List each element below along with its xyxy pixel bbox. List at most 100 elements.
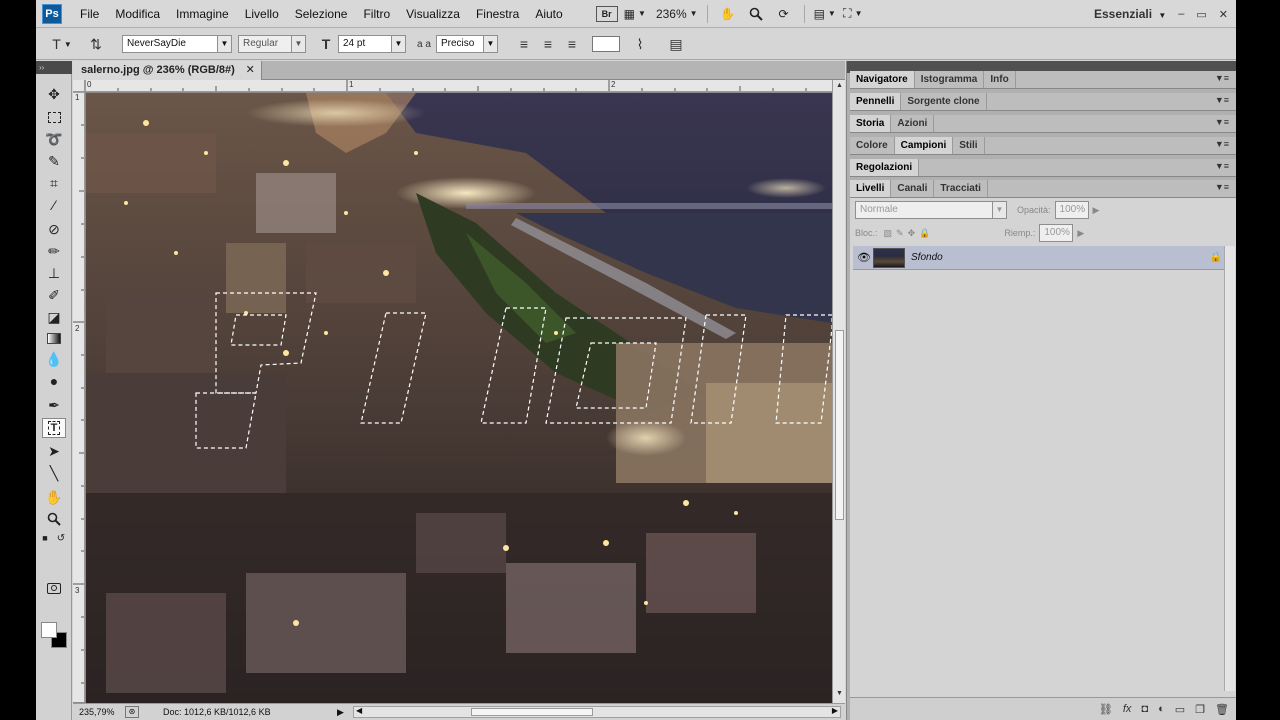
path-selection-tool-icon[interactable]: ➤ (42, 441, 66, 461)
panel-menu-icon[interactable]: ▼≡ (1215, 95, 1229, 105)
menu-modifica[interactable]: Modifica (107, 0, 168, 28)
pen-tool-icon[interactable]: ✒ (42, 395, 66, 415)
crop-tool-icon[interactable]: ⌗ (42, 173, 66, 193)
tab-tracciati[interactable]: Tracciati (934, 180, 988, 197)
add-mask-icon[interactable]: ◘ (1141, 703, 1148, 715)
lock-transparent-icon[interactable]: ▧ (884, 228, 893, 239)
quick-selection-tool-icon[interactable]: ✎ (42, 151, 66, 171)
tab-sorgente-clone[interactable]: Sorgente clone (901, 93, 987, 110)
ruler-origin[interactable] (73, 80, 85, 92)
tab-navigatore[interactable]: Navigatore (850, 71, 915, 88)
panel-menu-icon[interactable]: ▼≡ (1215, 139, 1229, 149)
menu-file[interactable]: File (72, 0, 107, 28)
menu-visualizza[interactable]: Visualizza (398, 0, 468, 28)
scroll-down-icon[interactable]: ▼ (834, 690, 845, 701)
view-extras-icon[interactable]: ▦ ▼ (624, 4, 646, 24)
scroll-left-icon[interactable]: ◀ (356, 706, 362, 715)
scroll-right-icon[interactable]: ▶ (832, 706, 838, 715)
quick-mask-icon[interactable] (42, 578, 66, 598)
gradient-tool-icon[interactable] (42, 328, 66, 348)
screen-mode-icon[interactable]: ⛶ ▼ (842, 4, 864, 24)
tools-panel-header[interactable]: ›› (36, 61, 72, 74)
panel-menu-icon[interactable]: ▼≡ (1215, 117, 1229, 127)
new-group-icon[interactable]: ▭ (1175, 703, 1185, 716)
tab-livelli[interactable]: Livelli (850, 180, 892, 197)
horizontal-scroll-thumb[interactable] (471, 708, 593, 716)
vertical-ruler[interactable]: 1 2 3 (73, 92, 85, 702)
lock-position-icon[interactable]: ✥ (908, 228, 916, 239)
dodge-tool-icon[interactable]: ● (42, 371, 66, 391)
fill-field[interactable]: 100% (1039, 224, 1074, 242)
text-color-swatch[interactable] (592, 36, 620, 52)
eyedropper-tool-icon[interactable]: ⁄ (42, 195, 66, 215)
tab-campioni[interactable]: Campioni (894, 137, 954, 154)
horizontal-scrollbar[interactable]: ◀ ▶ (353, 706, 841, 718)
tab-istogramma[interactable]: Istogramma (915, 71, 985, 88)
zoom-icon[interactable] (745, 4, 767, 24)
tab-pennelli[interactable]: Pennelli (850, 93, 902, 110)
opacity-slider-icon[interactable]: ▶ (1093, 205, 1100, 216)
swap-colors-icon[interactable]: ↺ (54, 532, 68, 544)
lock-all-icon[interactable]: 🔒 (919, 228, 930, 239)
tab-info[interactable]: Info (984, 71, 1016, 88)
font-size-select[interactable]: 24 pt ▼ (338, 35, 406, 53)
default-colors-icon[interactable]: ■ (38, 532, 52, 544)
scroll-up-icon[interactable]: ▲ (834, 82, 845, 93)
link-layers-icon[interactable]: ⛓ (1099, 703, 1113, 716)
zoom-tool-icon[interactable] (42, 509, 66, 529)
tab-storia[interactable]: Storia (850, 115, 892, 132)
align-left-icon[interactable]: ≡ (512, 33, 536, 55)
status-zoom[interactable]: 235,79% (79, 707, 123, 717)
opacity-field[interactable]: 100% (1054, 201, 1089, 219)
status-menu-icon[interactable]: ▶ (337, 707, 344, 718)
blend-mode-select[interactable]: Normale ▼ (855, 201, 1007, 219)
panel-menu-icon[interactable]: ▼≡ (1215, 182, 1229, 192)
menu-aiuto[interactable]: Aiuto (527, 0, 570, 28)
text-orientation-icon[interactable]: ⇅ (84, 33, 108, 55)
status-options-icon[interactable]: ⊛ (125, 706, 139, 718)
close-button[interactable]: ✕ (1219, 8, 1228, 21)
vertical-scroll-thumb[interactable] (835, 330, 844, 520)
tab-canali[interactable]: Canali (891, 180, 935, 197)
font-style-select[interactable]: Regular ▼ (238, 35, 306, 53)
marquee-tool-icon[interactable] (42, 107, 66, 127)
tab-regolazioni[interactable]: Regolazioni (850, 159, 920, 176)
visibility-eye-icon[interactable]: 👁 (857, 251, 871, 264)
photoshop-logo[interactable]: Ps (42, 3, 62, 24)
move-tool-icon[interactable]: ✥ (42, 84, 66, 104)
clone-stamp-tool-icon[interactable]: ⊥ (42, 263, 66, 283)
brush-tool-icon[interactable]: ✏ (42, 241, 66, 261)
rotate-view-icon[interactable]: ⟳ (773, 4, 795, 24)
eraser-tool-icon[interactable]: ◪ (42, 307, 66, 327)
zoom-level-dropdown[interactable]: 236% ▼ (652, 4, 698, 24)
hand-icon[interactable]: ✋ (717, 4, 739, 24)
workspace-switcher[interactable]: Essenziali ▼ (1094, 0, 1166, 28)
panel-menu-icon[interactable]: ▼≡ (1215, 73, 1229, 83)
bridge-icon[interactable]: Br (595, 5, 618, 22)
image-canvas[interactable] (86, 93, 832, 704)
tab-colore[interactable]: Colore (850, 137, 895, 154)
tab-stili[interactable]: Stili (953, 137, 985, 154)
warp-text-icon[interactable]: ⌇ (628, 33, 652, 55)
menu-selezione[interactable]: Selezione (287, 0, 356, 28)
delete-layer-icon[interactable]: 🗑 (1215, 703, 1229, 716)
panel-menu-icon[interactable]: ▼≡ (1215, 161, 1229, 171)
align-right-icon[interactable]: ≡ (560, 33, 584, 55)
horizontal-ruler[interactable]: 0 1 2 (85, 80, 832, 92)
menu-finestra[interactable]: Finestra (468, 0, 527, 28)
align-center-icon[interactable]: ≡ (536, 33, 560, 55)
fill-slider-icon[interactable]: ▶ (1077, 228, 1084, 239)
adjustment-layer-icon[interactable]: ◐ (1158, 703, 1165, 715)
hand-tool-icon[interactable]: ✋ (42, 487, 66, 507)
close-tab-icon[interactable]: ✕ (246, 61, 255, 80)
blur-tool-icon[interactable]: 💧 (42, 349, 66, 369)
menu-livello[interactable]: Livello (237, 0, 287, 28)
healing-brush-tool-icon[interactable]: ⊘ (42, 219, 66, 239)
layer-row-sfondo[interactable]: 👁 Sfondo 🔒 (853, 246, 1234, 270)
antialias-select[interactable]: Preciso ▼ (436, 35, 498, 53)
lock-pixels-icon[interactable]: ✎ (896, 228, 904, 239)
arrange-documents-icon[interactable]: ▤ ▼ (814, 4, 836, 24)
vertical-scrollbar[interactable]: ▲ ▼ (832, 80, 845, 703)
restore-button[interactable]: ▭ (1196, 8, 1206, 21)
minimize-button[interactable]: – (1178, 8, 1184, 20)
